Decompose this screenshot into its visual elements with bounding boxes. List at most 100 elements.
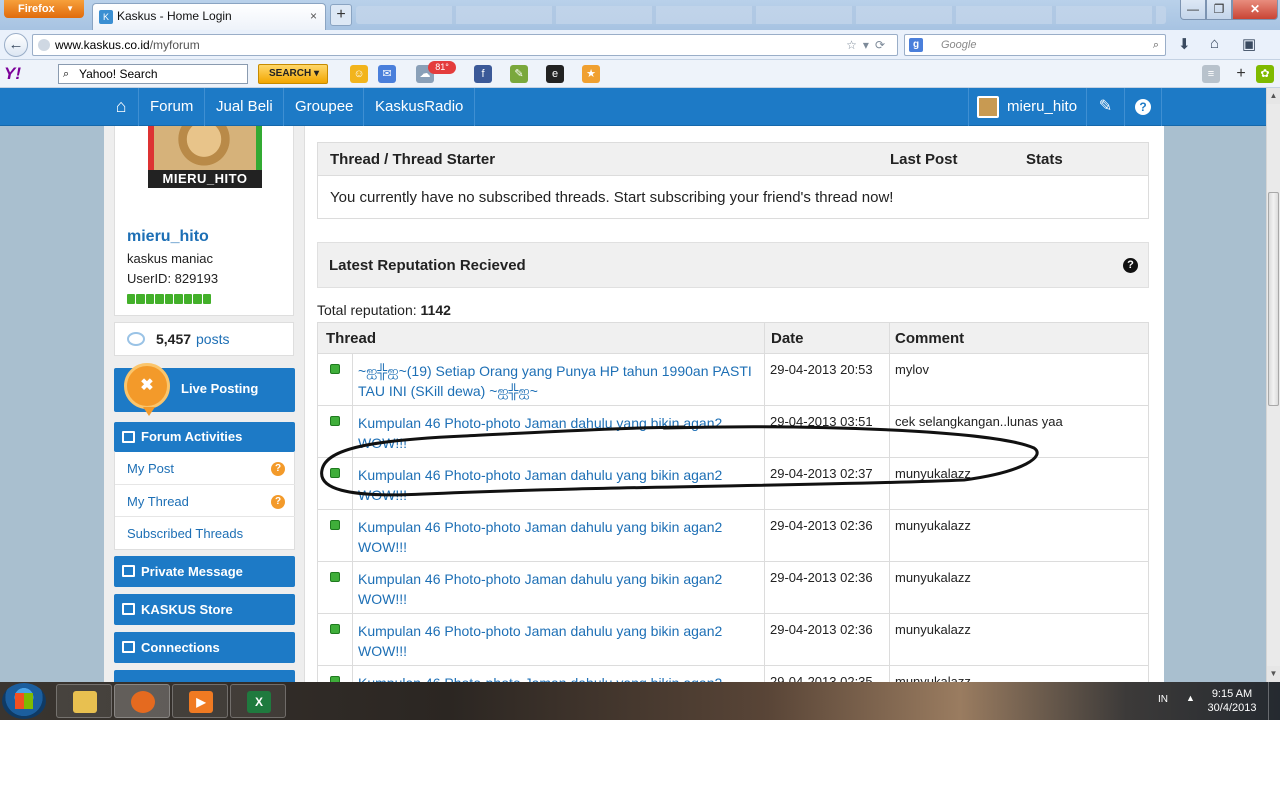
reputation-date: 29-04-2013 02:36	[770, 570, 873, 585]
messenger-icon[interactable]: ☺	[350, 65, 368, 83]
globe-icon	[38, 39, 50, 51]
show-desktop-button[interactable]	[1268, 682, 1280, 720]
web-page: ⌂ Forum Jual Beli Groupee KaskusRadio mi…	[0, 88, 1266, 682]
facebook-icon[interactable]: f	[474, 65, 492, 83]
page-scrollbar[interactable]: ▲ ▼	[1266, 88, 1280, 682]
kaskus-top-nav: ⌂ Forum Jual Beli Groupee KaskusRadio mi…	[0, 88, 1266, 126]
minimize-button[interactable]: —	[1180, 0, 1206, 20]
total-reputation-value: 1142	[420, 302, 451, 318]
download-icon[interactable]: ⬇	[1178, 35, 1191, 53]
thread-link[interactable]: Kumpulan 46 Photo-photo Jaman dahulu yan…	[358, 517, 758, 557]
app-icon[interactable]: ✎	[510, 65, 528, 83]
ebay-icon[interactable]: e	[546, 65, 564, 83]
connections-button[interactable]: Connections	[114, 632, 295, 663]
system-clock[interactable]: 9:15 AM 30/4/2013	[1200, 687, 1264, 715]
back-arrow-icon[interactable]: ←	[4, 33, 28, 57]
col-comment[interactable]: Comment	[895, 330, 964, 347]
taskbar-explorer[interactable]	[56, 684, 112, 718]
games-icon[interactable]: ★	[582, 65, 600, 83]
nav-kaskusradio[interactable]: KaskusRadio	[363, 88, 476, 126]
yahoo-search-input[interactable]: ⌕ Yahoo! Search	[58, 64, 248, 84]
col-thread[interactable]: Thread	[326, 330, 376, 347]
background-tabs[interactable]	[356, 6, 1166, 24]
search-icon[interactable]: ⌕	[1153, 35, 1159, 55]
avatar[interactable]: MIERU_HITO	[148, 126, 262, 188]
reputation-comment: mylov	[895, 362, 929, 377]
kaskus-store-button[interactable]: KASKUS Store	[114, 594, 295, 625]
extension-icon[interactable]: ✿	[1256, 65, 1274, 83]
subscribed-table-header: Thread / Thread Starter Last Post Stats	[318, 143, 1148, 176]
home-icon[interactable]: ⌂	[1210, 35, 1219, 52]
start-button[interactable]	[2, 683, 46, 719]
sidebar-more-button[interactable]	[114, 670, 295, 682]
nav-user-menu[interactable]: mieru_hito	[968, 88, 1087, 126]
tab-kaskus[interactable]: K Kaskus - Home Login ×	[92, 3, 326, 30]
scrollbar-thumb[interactable]	[1268, 192, 1279, 406]
url-bar-actions[interactable]: ☆▾⟳	[846, 35, 891, 55]
profile-username[interactable]: mieru_hito	[127, 228, 209, 246]
language-indicator[interactable]: IN	[1158, 694, 1168, 705]
thread-link[interactable]: Kumpulan 46 Photo-photo Jaman dahulu yan…	[358, 569, 758, 609]
kaskus-store-label: KASKUS Store	[141, 602, 233, 617]
taskbar-excel[interactable]: X	[230, 684, 286, 718]
thread-link[interactable]: ~ஐ╬ஐ~(19) Setiap Orang yang Punya HP tah…	[358, 361, 758, 401]
browser-tab-bar: Firefox ▼ K Kaskus - Home Login × + — ❐ …	[0, 0, 1280, 30]
posts-card[interactable]: 5,457 posts	[114, 322, 294, 356]
sidebar-item-my-post[interactable]: My Post	[127, 461, 174, 476]
help-icon[interactable]: ?	[1124, 88, 1162, 126]
forum-activities-header[interactable]: Forum Activities	[114, 422, 295, 452]
thread-link[interactable]: Kumpulan 46 Photo-photo Jaman dahulu yan…	[358, 673, 758, 682]
sidebar-item-my-thread[interactable]: My Thread	[127, 494, 189, 509]
reputation-bar-segment	[164, 294, 174, 304]
private-message-button[interactable]: Private Message	[114, 556, 295, 587]
col-last-post[interactable]: Last Post	[890, 151, 958, 168]
search-engine-input[interactable]: g Google ⌕	[904, 34, 1166, 56]
help-icon[interactable]: ?	[1123, 258, 1138, 273]
reputation-comment: munyukalazz	[895, 622, 971, 637]
window-close-button[interactable]: ✕	[1232, 0, 1278, 20]
total-reputation-label: Total reputation:	[317, 302, 417, 318]
thread-link[interactable]: Kumpulan 46 Photo-photo Jaman dahulu yan…	[358, 621, 758, 661]
mail-icon[interactable]: ✉	[378, 65, 396, 83]
pencil-icon[interactable]: ✎	[1086, 88, 1124, 126]
cat-avatar-icon	[174, 126, 234, 170]
envelope-icon	[122, 565, 135, 577]
reputation-green-icon	[330, 416, 340, 426]
col-stats[interactable]: Stats	[1026, 151, 1063, 168]
thread-link[interactable]: Kumpulan 46 Photo-photo Jaman dahulu yan…	[358, 465, 758, 505]
reputation-bar-segment	[136, 294, 145, 304]
yahoo-search-button[interactable]: SEARCH ▾	[258, 64, 328, 84]
firefox-menu-button[interactable]: Firefox ▼	[4, 0, 84, 18]
maximize-button[interactable]: ❐	[1206, 0, 1232, 20]
yahoo-logo[interactable]: Y!	[4, 64, 36, 84]
nav-forum[interactable]: Forum	[138, 88, 204, 126]
col-thread-starter[interactable]: Thread / Thread Starter	[330, 151, 495, 168]
firefox-menu-label: Firefox	[18, 3, 55, 15]
reputation-date: 29-04-2013 02:35	[770, 674, 873, 682]
scroll-up-arrow-icon[interactable]: ▲	[1267, 88, 1280, 104]
google-icon: g	[909, 38, 923, 52]
clock-date: 30/4/2013	[1207, 702, 1257, 714]
bookmark-menu-icon[interactable]: ▣	[1242, 35, 1256, 53]
connections-label: Connections	[141, 640, 220, 655]
col-date[interactable]: Date	[771, 330, 804, 347]
sidebar-item-subscribed-threads[interactable]: Subscribed Threads	[127, 526, 243, 541]
posts-link[interactable]: posts	[196, 331, 229, 347]
add-icon[interactable]: +	[1232, 65, 1250, 83]
toolbar-menu-icon[interactable]: ≡	[1202, 65, 1220, 83]
cart-icon	[122, 603, 135, 615]
tab-close-icon[interactable]: ×	[310, 4, 317, 28]
url-bar[interactable]: www.kaskus.co.id/myforum ☆▾⟳	[32, 34, 898, 56]
live-posting-button[interactable]: ✖ Live Posting	[114, 363, 295, 416]
nav-groupee[interactable]: Groupee	[283, 88, 364, 126]
new-tab-button[interactable]: +	[330, 4, 352, 26]
nav-jual-beli[interactable]: Jual Beli	[204, 88, 284, 126]
tray-expand-icon[interactable]: ▲	[1186, 693, 1195, 703]
thread-link[interactable]: Kumpulan 46 Photo-photo Jaman dahulu yan…	[358, 413, 758, 453]
taskbar-firefox[interactable]	[114, 684, 170, 718]
table-row: Kumpulan 46 Photo-photo Jaman dahulu yan…	[318, 562, 1148, 614]
scroll-down-arrow-icon[interactable]: ▼	[1267, 666, 1280, 682]
home-icon[interactable]: ⌂	[104, 88, 138, 126]
reputation-green-icon	[330, 624, 340, 634]
taskbar-media-player[interactable]: ▶	[172, 684, 228, 718]
